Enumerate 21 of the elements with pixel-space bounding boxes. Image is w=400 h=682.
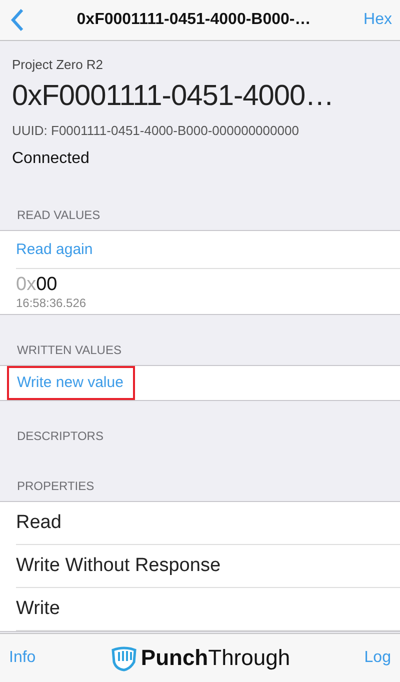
section-header: DESCRIPTORS <box>16 428 104 445</box>
section-header: READ VALUES <box>16 207 102 224</box>
timestamp: 16:58:36.526 <box>16 296 88 310</box>
hex-button[interactable]: Hex <box>364 11 392 29</box>
property-item: Write <box>16 598 60 620</box>
section-header: WRITTEN VALUES <box>16 342 122 359</box>
device-name: Project Zero R2 <box>12 57 104 72</box>
connection-status: Connected <box>12 150 90 168</box>
back-icon[interactable] <box>10 8 24 32</box>
property-item: Read <box>16 512 62 534</box>
uuid-text: UUID: F0001111-0451-4000-B000-000000000000 <box>12 123 300 138</box>
write-new-value-button[interactable]: Write new value <box>7 366 136 400</box>
characteristic-name: 0xF0001111-0451-4000… <box>12 80 335 113</box>
read-again-button[interactable]: Read again <box>16 231 93 268</box>
info-tab[interactable]: Info <box>9 649 36 667</box>
value-text: 0x00 <box>16 274 58 296</box>
nav-title: 0xF0001111-0451-4000-B000-… <box>76 11 312 29</box>
log-tab[interactable]: Log <box>364 649 391 667</box>
brand-logo-text: PunchThrough <box>140 645 290 671</box>
section-header: PROPERTIES <box>16 478 96 495</box>
property-item: Write Without Response <box>16 555 221 577</box>
